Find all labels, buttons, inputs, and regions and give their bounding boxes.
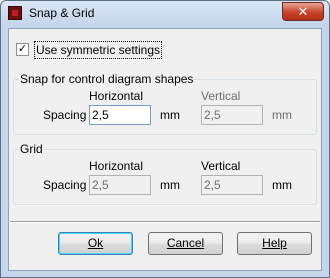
dialog-body: ✓ Use symmetric settings Snap for contro… <box>8 28 322 271</box>
title-bar[interactable]: Snap & Grid ✕ <box>1 1 329 27</box>
button-separator <box>10 221 320 223</box>
snap-horizontal-label: Horizontal <box>89 89 144 103</box>
grid-spacing-label: Spacing <box>43 178 87 192</box>
checkmark-icon: ✓ <box>17 43 28 55</box>
window-title: Snap & Grid <box>29 6 95 20</box>
symmetric-settings-checkbox[interactable]: ✓ <box>16 43 29 56</box>
grid-horizontal-unit: mm <box>160 178 180 192</box>
snap-group-title: Snap for control diagram shapes <box>19 72 195 86</box>
grid-group-title: Grid <box>19 142 44 156</box>
snap-vertical-input[interactable]: 2,5 <box>201 105 263 125</box>
grid-vertical-unit: mm <box>272 178 292 192</box>
snap-grid-dialog: Snap & Grid ✕ ✓ Use symmetric settings S… <box>0 0 330 278</box>
grid-vertical-label: Vertical <box>201 159 241 173</box>
close-button[interactable]: ✕ <box>282 2 324 21</box>
symmetric-settings-label[interactable]: Use symmetric settings <box>34 41 163 59</box>
grid-horizontal-label: Horizontal <box>89 159 144 173</box>
snap-groupbox: Snap for control diagram shapes Horizont… <box>13 72 317 135</box>
cancel-button[interactable]: Cancel <box>148 232 223 255</box>
snap-vertical-label: Vertical <box>201 89 241 103</box>
ok-button-label: Ok <box>87 236 104 250</box>
snap-vertical-unit: mm <box>272 108 292 122</box>
cancel-button-label: Cancel <box>166 236 205 250</box>
help-button-label: Help <box>262 236 287 250</box>
snap-horizontal-unit: mm <box>160 108 180 122</box>
grid-groupbox: Grid Horizontal Vertical Spacing 2,5 mm … <box>13 142 317 205</box>
ok-button[interactable]: Ok <box>58 232 133 255</box>
grid-vertical-input[interactable]: 2,5 <box>201 175 263 195</box>
grid-horizontal-input[interactable]: 2,5 <box>89 175 151 195</box>
close-icon: ✕ <box>297 4 309 19</box>
help-button[interactable]: Help <box>237 232 312 255</box>
snap-spacing-label: Spacing <box>43 108 87 122</box>
snap-horizontal-input[interactable]: 2,5 <box>89 105 151 125</box>
app-icon <box>8 6 22 20</box>
